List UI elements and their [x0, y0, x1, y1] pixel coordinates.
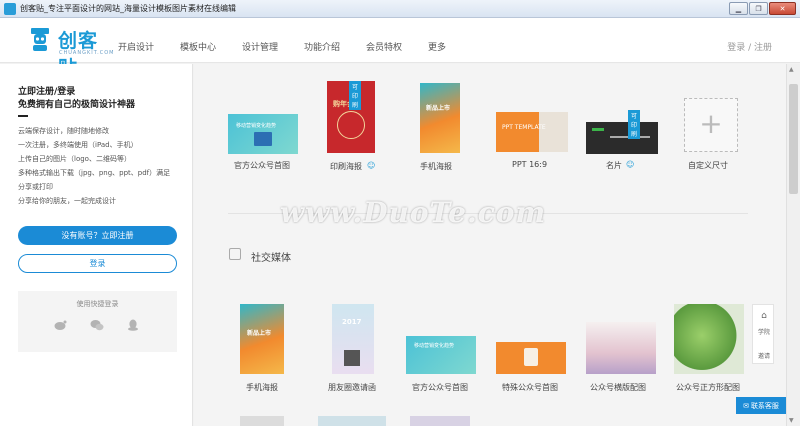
nav-item-design-manage[interactable]: 设计管理	[242, 40, 304, 53]
login-button[interactable]: 登录	[18, 254, 177, 273]
template-thumbnail[interactable]	[410, 416, 470, 426]
template-thumbnail	[496, 342, 566, 374]
template-thumbnail	[674, 304, 744, 374]
template-label: 手机海报	[420, 162, 452, 171]
wechat-icon[interactable]	[90, 319, 104, 331]
site-logo[interactable]: 创客贴 CHUANGKIT.COM	[26, 23, 114, 79]
section-title: 社交媒体	[251, 253, 291, 264]
template-label: 官方公众号首图	[412, 383, 468, 392]
printable-badge: 可印刷	[628, 110, 641, 139]
quick-login-box: 使用快捷登录	[18, 291, 177, 352]
template-area: 移动营销变化趋势 官方公众号首图 购年会开 可印刷 印刷海报 ☺ 新品上市 手机…	[194, 64, 786, 426]
template-thumbnail: 新品上市	[240, 304, 284, 374]
left-panel: 立即注册/登录 免费拥有自己的极简设计神器 云端保存设计，随时随地修改 一次注册…	[0, 64, 193, 426]
template-label: PPT 16:9	[512, 160, 548, 169]
template-thumbnail: 新品上市	[420, 83, 460, 153]
vip-icon: ☺	[367, 161, 376, 170]
qq-icon[interactable]	[126, 319, 140, 331]
home-icon[interactable]: ⌂	[753, 311, 775, 321]
window-titlebar: 创客贴_专注平面设计的网站_海量设计模板图片素材在线编辑 ▁ ❐ ✕	[0, 0, 800, 18]
nav-item-start-design[interactable]: 开启设计	[118, 40, 180, 53]
scrollbar-thumb[interactable]	[789, 84, 798, 194]
divider	[18, 115, 28, 117]
template-label: 朋友圈邀请函	[328, 383, 376, 392]
qr-code-graphic	[344, 350, 360, 366]
site-header: 创客贴 CHUANGKIT.COM 开启设计 模板中心 设计管理 功能介绍 会员…	[0, 18, 800, 79]
window-title: 创客贴_专注平面设计的网站_海量设计模板图片素材在线编辑	[20, 4, 236, 13]
quick-login-label: 使用快捷登录	[76, 300, 119, 308]
chat-icon: ✉	[743, 401, 749, 410]
app-icon	[4, 3, 16, 15]
vertical-scrollbar[interactable]: ▲ ▼	[786, 64, 800, 426]
feature-item: 分享给你的朋友，一起完成设计	[18, 197, 116, 205]
contact-support-label: 联系客服	[750, 401, 779, 410]
template-label: 自定义尺寸	[688, 161, 728, 170]
invite-link[interactable]: 邀请	[753, 351, 775, 360]
feature-item: 多种格式输出下载（jpg、png、ppt、pdf）满足	[18, 169, 171, 177]
plus-icon: +	[699, 107, 723, 140]
thumb-text: 新品上市	[247, 330, 272, 337]
quick-login-icons	[54, 319, 140, 331]
add-custom-size: +	[684, 98, 738, 152]
thumb-graphic	[254, 132, 272, 146]
logo-mascot-icon	[31, 28, 49, 51]
weibo-icon[interactable]	[54, 319, 68, 331]
feature-item: 一次注册，多终端使用（iPad、手机）	[18, 141, 138, 149]
thumb-graphic	[592, 128, 604, 131]
template-label: 印刷海报	[330, 162, 362, 171]
template-label: 公众号正方形配图	[676, 383, 740, 392]
printable-badge: 可印刷	[349, 81, 362, 110]
logo-subtext: CHUANGKIT.COM	[59, 50, 115, 56]
thumb-graphic	[337, 111, 365, 139]
window-controls: ▁ ❐ ✕	[729, 2, 796, 15]
left-subtitle: 免费拥有自己的极简设计神器	[18, 100, 136, 110]
template-thumbnail	[586, 322, 656, 374]
scroll-down-icon[interactable]: ▼	[789, 417, 794, 424]
restore-icon[interactable]: ❐	[749, 2, 768, 15]
close-icon[interactable]: ✕	[769, 2, 796, 15]
side-float-panel: ⌂ 学院 邀请	[752, 304, 774, 364]
watermark-text: www.DuoTe.com	[280, 196, 547, 229]
thumb-graphic	[524, 348, 538, 366]
register-button[interactable]: 没有账号？立即注册	[18, 226, 177, 245]
scroll-up-icon[interactable]: ▲	[789, 66, 794, 73]
left-title: 立即注册/登录	[18, 87, 76, 97]
nav-item-features[interactable]: 功能介绍	[304, 40, 366, 53]
login-register-link[interactable]: 登录 / 注册	[727, 40, 772, 53]
thumb-text: 移动营销变化趋势	[236, 123, 277, 129]
template-thumbnail[interactable]	[318, 416, 386, 426]
template-label: 手机海报	[246, 383, 278, 392]
template-label: 特殊公众号首图	[502, 383, 558, 392]
nav-item-membership[interactable]: 会员特权	[366, 40, 428, 53]
academy-link[interactable]: 学院	[753, 327, 775, 336]
contact-support-button[interactable]: ✉ 联系客服	[736, 397, 786, 414]
template-thumbnail: 2017	[332, 304, 374, 374]
template-thumbnail: 移动营销变化趋势	[228, 114, 298, 154]
feature-item: 上传自己的图片（logo、二维码等）	[18, 155, 131, 163]
minimize-icon[interactable]: ▁	[729, 2, 748, 15]
thumb-text: PPT TEMPLATE	[502, 124, 546, 131]
nav-item-template-center[interactable]: 模板中心	[180, 40, 242, 53]
social-media-icon	[229, 248, 241, 260]
template-thumbnail: PPT TEMPLATE	[496, 112, 568, 152]
template-thumbnail[interactable]	[240, 416, 284, 426]
template-thumbnail: 移动营销变化趋势	[406, 336, 476, 374]
template-label: 官方公众号首图	[234, 161, 290, 170]
thumb-text: 移动营销变化趋势	[414, 343, 455, 349]
feature-item: 云端保存设计，随时随地修改	[18, 127, 109, 135]
vip-icon: ☺	[626, 160, 635, 169]
thumb-text: 2017	[342, 318, 362, 326]
template-label: 公众号横版配图	[590, 383, 646, 392]
nav-item-more[interactable]: 更多	[428, 40, 468, 53]
feature-item: 分享或打印	[18, 183, 53, 191]
thumb-text: 新品上市	[426, 105, 451, 112]
template-thumbnail	[586, 122, 658, 154]
main-nav: 开启设计 模板中心 设计管理 功能介绍 会员特权 更多	[118, 40, 468, 53]
template-label: 名片	[606, 161, 622, 170]
